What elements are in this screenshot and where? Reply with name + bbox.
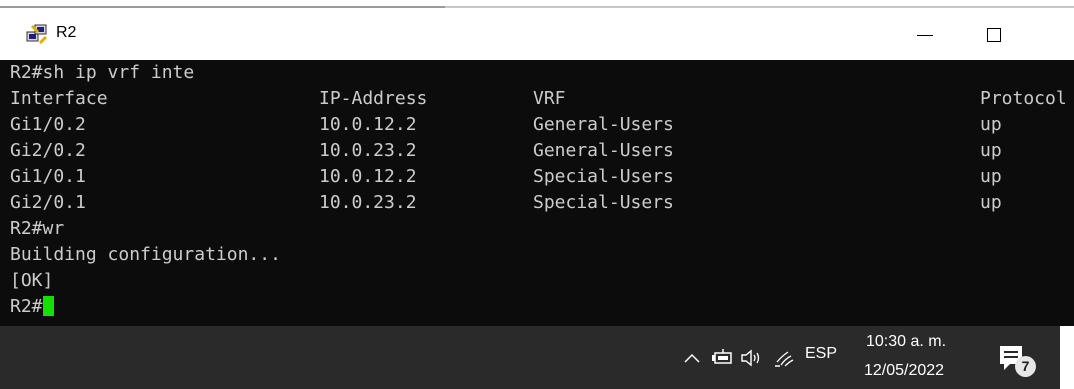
row-vrf: General-Users xyxy=(533,114,674,135)
row-ip-address: 10.0.12.2 xyxy=(319,114,417,135)
window-top-border xyxy=(0,0,1074,10)
terminal-command-line: R2#sh ip vrf inte xyxy=(10,62,195,83)
wifi-icon[interactable] xyxy=(768,340,798,376)
row-protocol: up xyxy=(980,166,1002,187)
window-title: R2 xyxy=(56,24,77,41)
putty-icon xyxy=(26,24,48,45)
row-vrf: Special-Users xyxy=(533,192,674,213)
chevron-up-icon[interactable] xyxy=(677,340,707,376)
row-interface: Gi2/0.1 xyxy=(10,192,86,213)
row-ip-address: 10.0.23.2 xyxy=(319,140,417,161)
row-ip-address: 10.0.23.2 xyxy=(319,192,417,213)
maximize-icon xyxy=(987,28,1001,42)
title-bar[interactable]: R2 xyxy=(0,10,1074,60)
row-interface: Gi1/0.2 xyxy=(10,114,86,135)
terminal-output[interactable]: R2#sh ip vrf inte Interface IP-Address V… xyxy=(0,60,1074,326)
column-header-interface: Interface xyxy=(10,88,108,109)
clock-time[interactable]: 10:30 a. m. xyxy=(866,333,946,351)
row-interface: Gi1/0.1 xyxy=(10,166,86,187)
column-header-protocol: Protocol xyxy=(980,88,1067,109)
terminal-prompt: R2# xyxy=(10,296,43,317)
column-header-ip-address: IP-Address xyxy=(319,88,428,109)
terminal-output-line: [OK] xyxy=(10,270,54,291)
terminal-output-line: Building configuration... xyxy=(10,244,281,265)
row-protocol: up xyxy=(980,140,1002,161)
row-ip-address: 10.0.12.2 xyxy=(319,166,417,187)
row-interface: Gi2/0.2 xyxy=(10,140,86,161)
row-vrf: General-Users xyxy=(533,140,674,161)
battery-icon[interactable] xyxy=(707,340,737,376)
text-cursor xyxy=(42,296,54,316)
screen-edge xyxy=(1060,326,1074,389)
minimize-button[interactable] xyxy=(883,10,965,60)
taskbar: ESP 10:30 a. m. 12/05/2022 7 xyxy=(0,326,1060,389)
notification-count-badge: 7 xyxy=(1015,356,1036,377)
maximize-button[interactable] xyxy=(966,10,1036,60)
row-vrf: Special-Users xyxy=(533,166,674,187)
volume-icon[interactable] xyxy=(736,340,766,376)
clock-date[interactable]: 12/05/2022 xyxy=(864,362,944,380)
language-indicator[interactable]: ESP xyxy=(805,345,837,363)
row-protocol: up xyxy=(980,192,1002,213)
column-header-vrf: VRF xyxy=(533,88,566,109)
row-protocol: up xyxy=(980,114,1002,135)
terminal-prompt-line[interactable]: R2# xyxy=(10,294,54,320)
minimize-icon xyxy=(917,35,933,36)
terminal-command-line: R2#wr xyxy=(10,218,65,239)
